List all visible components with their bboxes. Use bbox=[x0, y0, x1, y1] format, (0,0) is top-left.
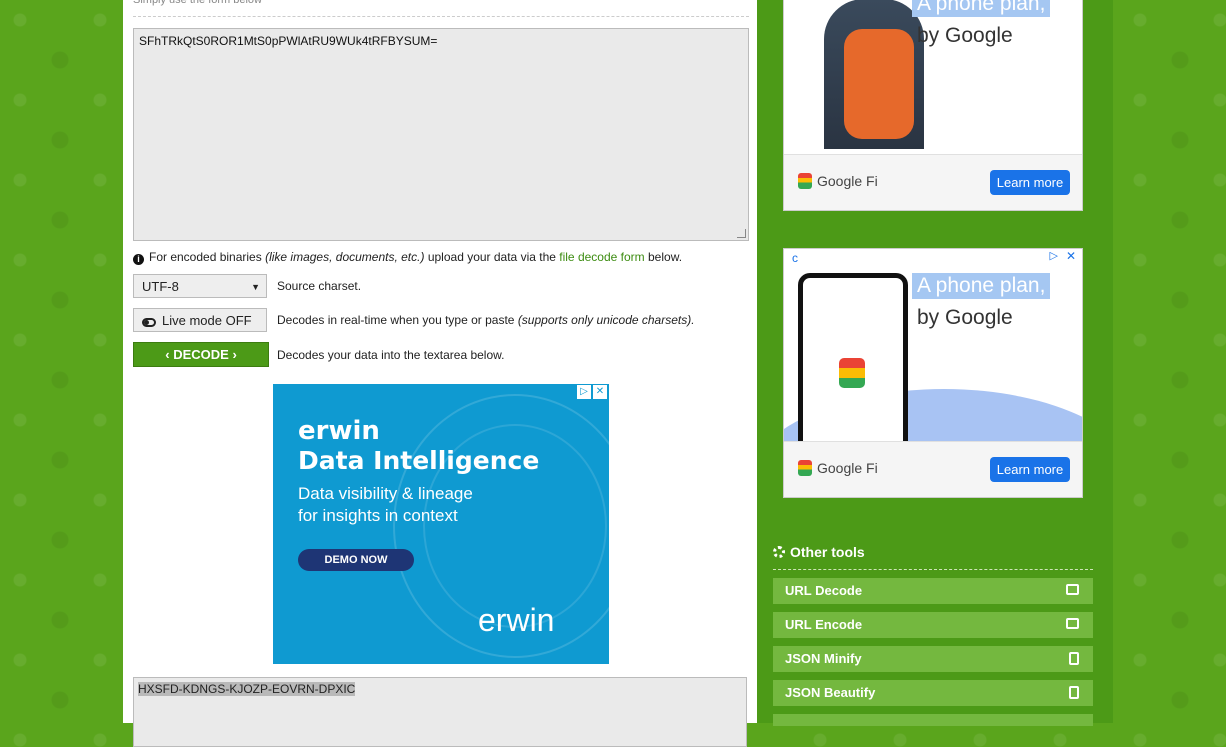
info-icon: i bbox=[133, 254, 144, 265]
ad-line-1: Data visibility & lineage bbox=[298, 484, 473, 503]
google-fi-logo: Google Fi bbox=[798, 460, 878, 476]
main-content: Simply use the form below SFhTRkQtS0ROR1… bbox=[123, 0, 757, 747]
file-icon bbox=[1069, 652, 1079, 665]
decoded-output[interactable]: HXSFD-KDNGS-KJOZP-EOVRN-DPXIC bbox=[133, 677, 747, 747]
toggle-off-icon bbox=[142, 318, 156, 327]
resize-handle[interactable] bbox=[737, 229, 746, 238]
phone-image bbox=[798, 273, 908, 453]
decoded-output-value: HXSFD-KDNGS-KJOZP-EOVRN-DPXIC bbox=[138, 682, 356, 696]
demo-now-button[interactable]: DEMO NOW bbox=[298, 549, 414, 571]
other-tools-title: Other tools bbox=[773, 544, 865, 560]
learn-more-button[interactable]: Learn more bbox=[990, 457, 1070, 482]
google-fi-ad-1[interactable]: A phone plan, by Google Google Fi Learn … bbox=[783, 0, 1083, 211]
form-hint: Simply use the form below bbox=[133, 0, 749, 17]
google-fi-logo: Google Fi bbox=[798, 173, 878, 189]
close-icon[interactable]: ✕ bbox=[1066, 249, 1076, 263]
encoded-input-value: SFhTRkQtS0ROR1MtS0pPWlAtRU9WUk4tRFBYSUM= bbox=[139, 34, 438, 48]
erwin-logo: erwin bbox=[478, 602, 555, 638]
file-code-icon bbox=[1069, 686, 1079, 699]
chevron-left-icon: ‹ bbox=[165, 347, 170, 362]
learn-more-button[interactable]: Learn more bbox=[990, 170, 1070, 195]
divider bbox=[773, 569, 1093, 570]
decode-button[interactable]: ‹ DECODE › bbox=[133, 342, 269, 367]
ad-line-2: for insights in context bbox=[298, 506, 458, 525]
ad-brand: erwin bbox=[298, 416, 380, 446]
encoded-input[interactable]: SFhTRkQtS0ROR1MtS0pPWlAtRU9WUk4tRFBYSUM= bbox=[133, 28, 749, 241]
decode-desc: Decodes your data into the textarea belo… bbox=[277, 348, 505, 362]
erwin-ad[interactable]: ▷ ✕ erwin Data Intelligence Data visibil… bbox=[273, 384, 609, 664]
file-decode-link[interactable]: file decode form bbox=[559, 250, 644, 264]
chevron-right-icon: › bbox=[232, 347, 237, 362]
adchoices-icon[interactable]: ▷ bbox=[577, 385, 591, 399]
charset-select[interactable]: UTF-8 ▼ bbox=[133, 274, 267, 298]
sidebar: A phone plan, by Google Google Fi Learn … bbox=[757, 0, 1113, 726]
live-mode-toggle[interactable]: Live mode OFF bbox=[133, 308, 267, 332]
tool-url-decode[interactable]: URL Decode bbox=[773, 578, 1093, 604]
tool-json-beautify[interactable]: JSON Beautify bbox=[773, 680, 1093, 706]
caret-down-icon: ▼ bbox=[251, 282, 260, 292]
charset-label: Source charset. bbox=[277, 279, 362, 293]
envelope-open-icon bbox=[1066, 584, 1079, 595]
ad-headline: Data Intelligence bbox=[298, 446, 540, 475]
gear-icon bbox=[773, 546, 785, 558]
close-icon[interactable]: ✕ bbox=[593, 385, 607, 399]
adchoices-icon[interactable]: c bbox=[792, 251, 798, 265]
envelope-icon bbox=[1066, 618, 1079, 629]
tool-json-minify[interactable]: JSON Minify bbox=[773, 646, 1093, 672]
binary-info: i For encoded binaries (like images, docu… bbox=[133, 250, 682, 265]
tool-url-encode[interactable]: URL Encode bbox=[773, 612, 1093, 638]
tool-next[interactable] bbox=[773, 714, 1093, 726]
live-mode-desc: Decodes in real-time when you type or pa… bbox=[277, 313, 695, 327]
google-fi-ad-2[interactable]: c ▷ ✕ A phone plan, by Google Google Fi … bbox=[783, 248, 1083, 498]
play-icon[interactable]: ▷ bbox=[1050, 249, 1058, 262]
